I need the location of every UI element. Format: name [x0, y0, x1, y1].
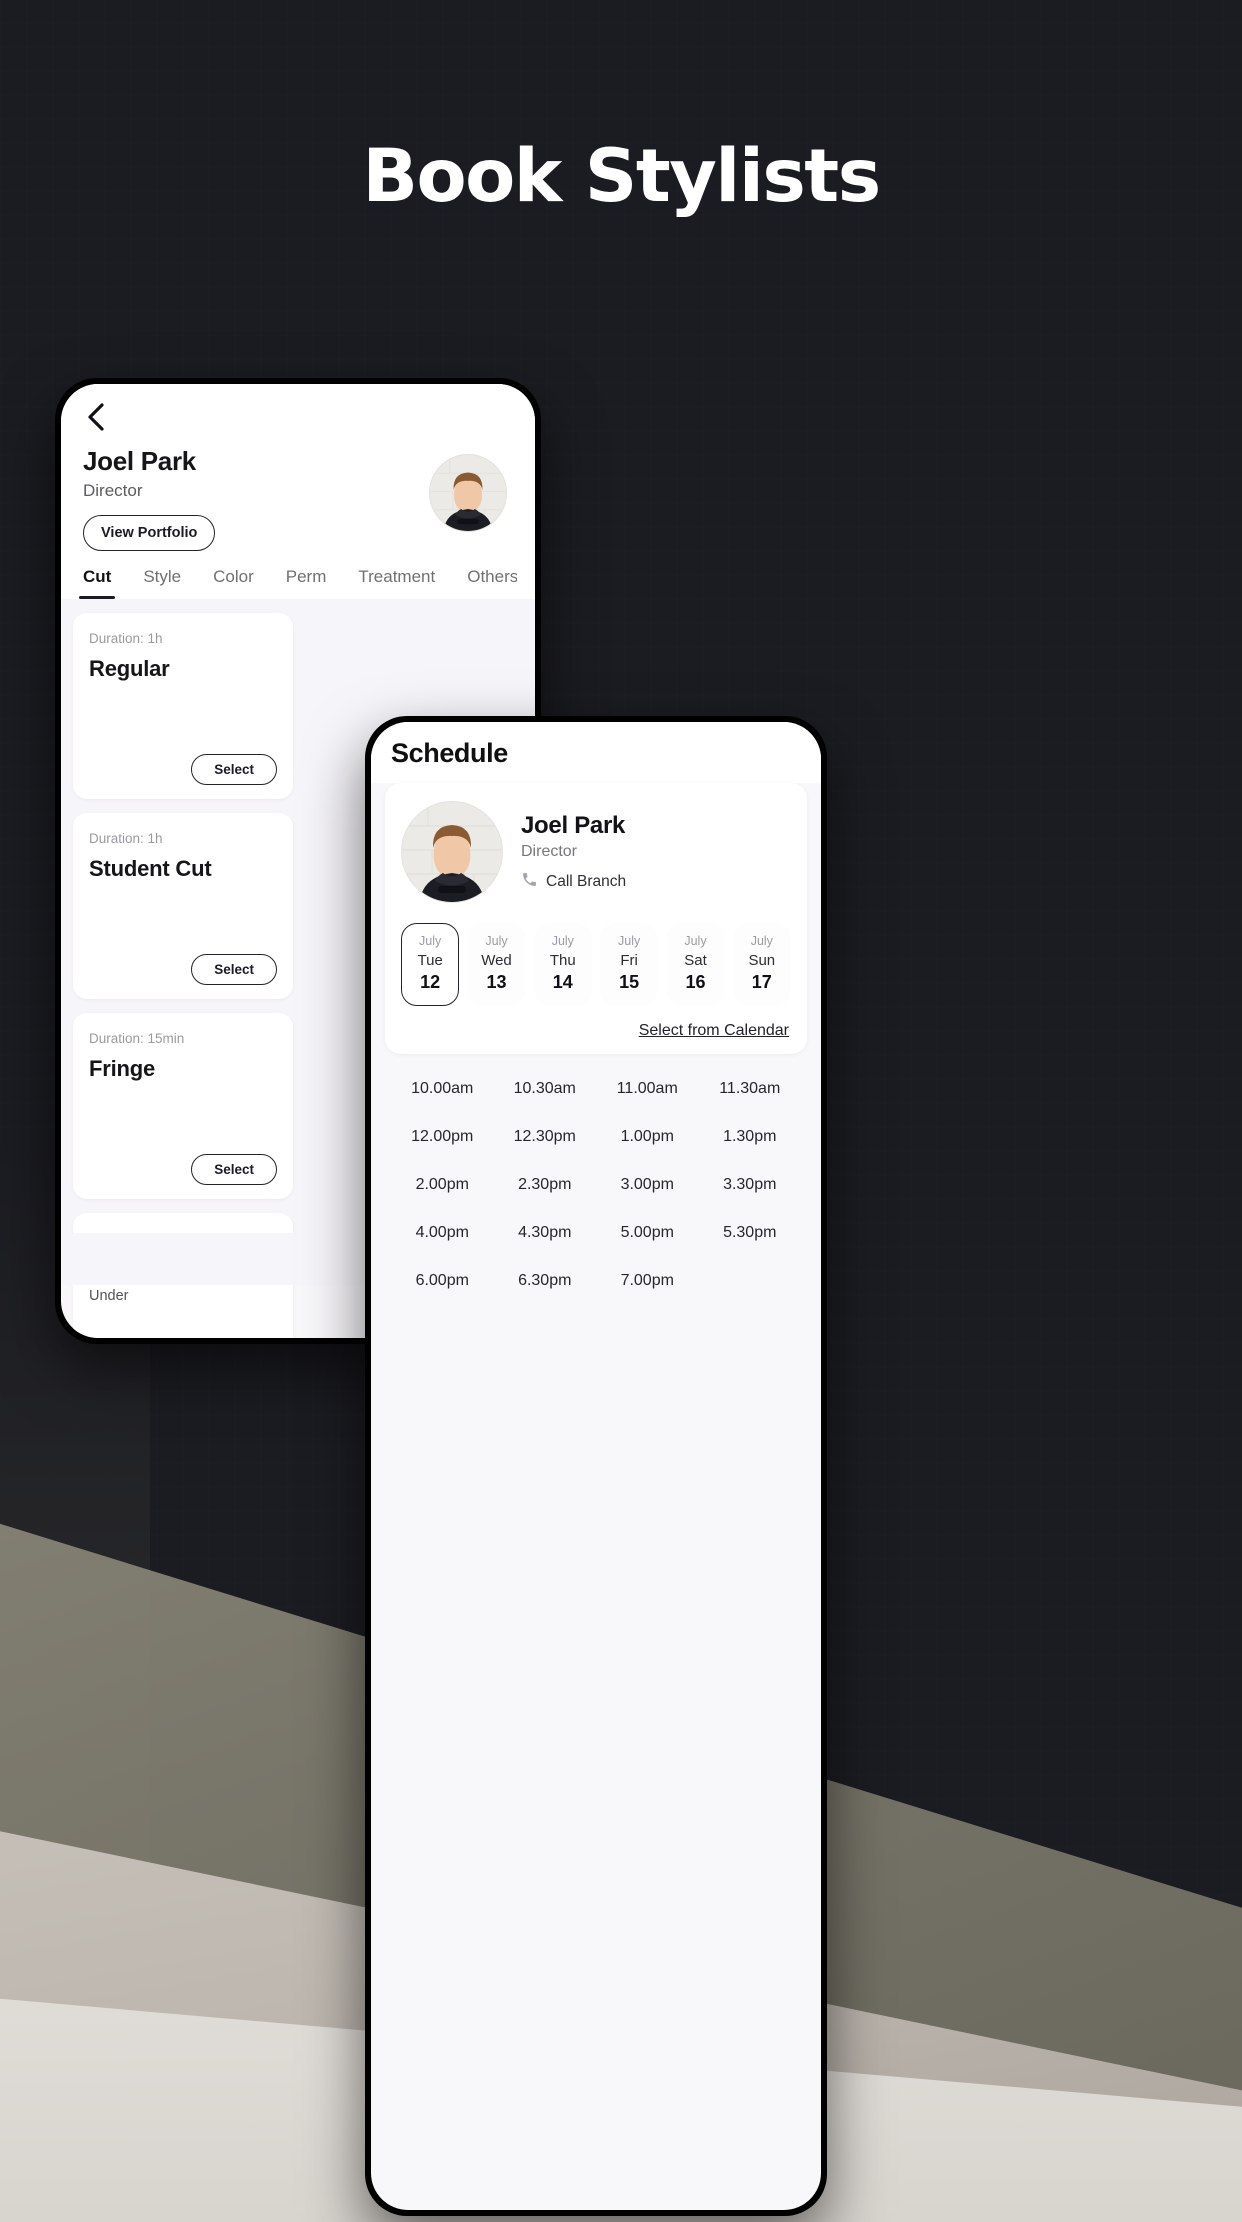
- time-slot[interactable]: 12.00pm: [393, 1128, 492, 1146]
- page-title: Book Stylists: [362, 134, 881, 219]
- service-duration: Duration: 15min: [89, 1031, 185, 1046]
- time-slot[interactable]: 10.00am: [393, 1080, 492, 1098]
- date-weekday: Wed: [481, 951, 512, 969]
- service-duration: Duration: 1h: [89, 631, 163, 646]
- select-from-calendar-link[interactable]: Select from Calendar: [401, 1022, 791, 1040]
- service-name: Regular: [89, 656, 170, 681]
- stylist-summary: Joel Park Director Call Branch: [401, 801, 791, 903]
- tab-others[interactable]: Others: [467, 567, 517, 599]
- schedule-screen: Schedule Joel Park Director Call Branch …: [371, 722, 821, 2210]
- tab-color[interactable]: Color: [213, 567, 254, 599]
- time-slot[interactable]: 2.30pm: [496, 1176, 595, 1194]
- date-selector: July Tue 12 July Wed 13 July Thu 14 July…: [401, 923, 791, 1006]
- date-weekday: Sun: [748, 951, 776, 969]
- service-card[interactable]: Duration: 15min Fringe Select: [73, 1013, 293, 1199]
- time-slot[interactable]: 5.00pm: [598, 1224, 697, 1242]
- stylist-name: Joel Park: [521, 811, 626, 839]
- phone-icon: [521, 871, 538, 893]
- schedule-header: Schedule: [371, 722, 821, 783]
- phone-mockup-schedule: Schedule Joel Park Director Call Branch …: [365, 716, 827, 2216]
- stylist-avatar: [401, 801, 503, 903]
- chevron-left-icon[interactable]: [79, 400, 113, 434]
- date-number: 12: [420, 972, 441, 993]
- time-slot[interactable]: 4.30pm: [496, 1224, 595, 1242]
- date-weekday: Sat: [684, 951, 707, 969]
- date-number: 16: [685, 972, 706, 993]
- tab-treatment[interactable]: Treatment: [358, 567, 435, 599]
- date-chip[interactable]: July Wed 13: [467, 923, 526, 1006]
- schedule-title: Schedule: [391, 738, 508, 768]
- service-category-tabs: Cut Style Color Perm Treatment Others: [79, 551, 517, 599]
- service-name: Student Cut: [89, 856, 212, 881]
- time-slot[interactable]: 6.00pm: [393, 1272, 492, 1290]
- service-card[interactable]: Duration: 1h Student Cut Select: [73, 813, 293, 999]
- time-slot[interactable]: 12.30pm: [496, 1128, 595, 1146]
- services-header: Joel Park Director View Portfolio Cut St…: [61, 384, 535, 599]
- time-slot[interactable]: 7.00pm: [598, 1272, 697, 1290]
- date-chip[interactable]: July Sat 16: [666, 923, 725, 1006]
- date-number: 15: [619, 972, 640, 993]
- tab-style[interactable]: Style: [143, 567, 181, 599]
- select-button[interactable]: Select: [191, 1154, 277, 1185]
- date-chip[interactable]: July Sun 17: [732, 923, 791, 1006]
- service-name: Fringe: [89, 1056, 156, 1081]
- service-subtitle: Under: [89, 1288, 129, 1304]
- select-button[interactable]: Select: [191, 754, 277, 785]
- time-slot[interactable]: 3.00pm: [598, 1176, 697, 1194]
- date-month: July: [618, 934, 641, 948]
- date-month: July: [419, 934, 442, 948]
- time-slot[interactable]: 10.30am: [496, 1080, 595, 1098]
- tab-perm[interactable]: Perm: [286, 567, 327, 599]
- stylist-profile: Joel Park Director View Portfolio: [79, 434, 517, 551]
- date-number: 13: [486, 972, 507, 993]
- date-weekday: Tue: [417, 951, 443, 969]
- service-duration: Duration: 1h: [89, 831, 163, 846]
- time-slot[interactable]: 11.30am: [701, 1080, 800, 1098]
- stylist-role: Director: [521, 842, 578, 860]
- time-slot[interactable]: 1.30pm: [701, 1128, 800, 1146]
- date-month: July: [551, 934, 574, 948]
- date-chip[interactable]: July Tue 12: [401, 923, 460, 1006]
- date-number: 17: [751, 972, 772, 993]
- date-month: July: [750, 934, 773, 948]
- time-slot[interactable]: 1.00pm: [598, 1128, 697, 1146]
- schedule-stylist-card: Joel Park Director Call Branch July Tue …: [385, 783, 807, 1054]
- call-branch-button[interactable]: Call Branch: [521, 871, 626, 893]
- service-card[interactable]: Duration: 1h Regular Select: [73, 613, 293, 799]
- date-weekday: Thu: [549, 951, 576, 969]
- time-slot[interactable]: 2.00pm: [393, 1176, 492, 1194]
- date-month: July: [684, 934, 707, 948]
- stylist-role: Director: [83, 481, 143, 500]
- stylist-text-block: Joel Park Director Call Branch: [521, 812, 626, 893]
- tab-cut[interactable]: Cut: [79, 567, 116, 599]
- call-branch-label: Call Branch: [546, 872, 627, 890]
- view-portfolio-button[interactable]: View Portfolio: [83, 515, 216, 551]
- time-slot[interactable]: 11.00am: [598, 1080, 697, 1098]
- date-chip[interactable]: July Thu 14: [533, 923, 592, 1006]
- time-slot[interactable]: 4.00pm: [393, 1224, 492, 1242]
- time-slot[interactable]: 3.30pm: [701, 1176, 800, 1194]
- date-chip[interactable]: July Fri 15: [599, 923, 659, 1006]
- date-number: 14: [552, 972, 573, 993]
- stylist-name: Joel Park: [83, 446, 196, 476]
- date-month: July: [485, 934, 508, 948]
- time-slot[interactable]: 5.30pm: [701, 1224, 800, 1242]
- select-button[interactable]: Select: [191, 954, 277, 985]
- stylist-avatar: [429, 454, 507, 532]
- date-weekday: Fri: [620, 951, 638, 969]
- time-slot-grid: 10.00am 10.30am 11.00am 11.30am 12.00pm …: [371, 1054, 821, 1290]
- time-slot[interactable]: 6.30pm: [496, 1272, 595, 1290]
